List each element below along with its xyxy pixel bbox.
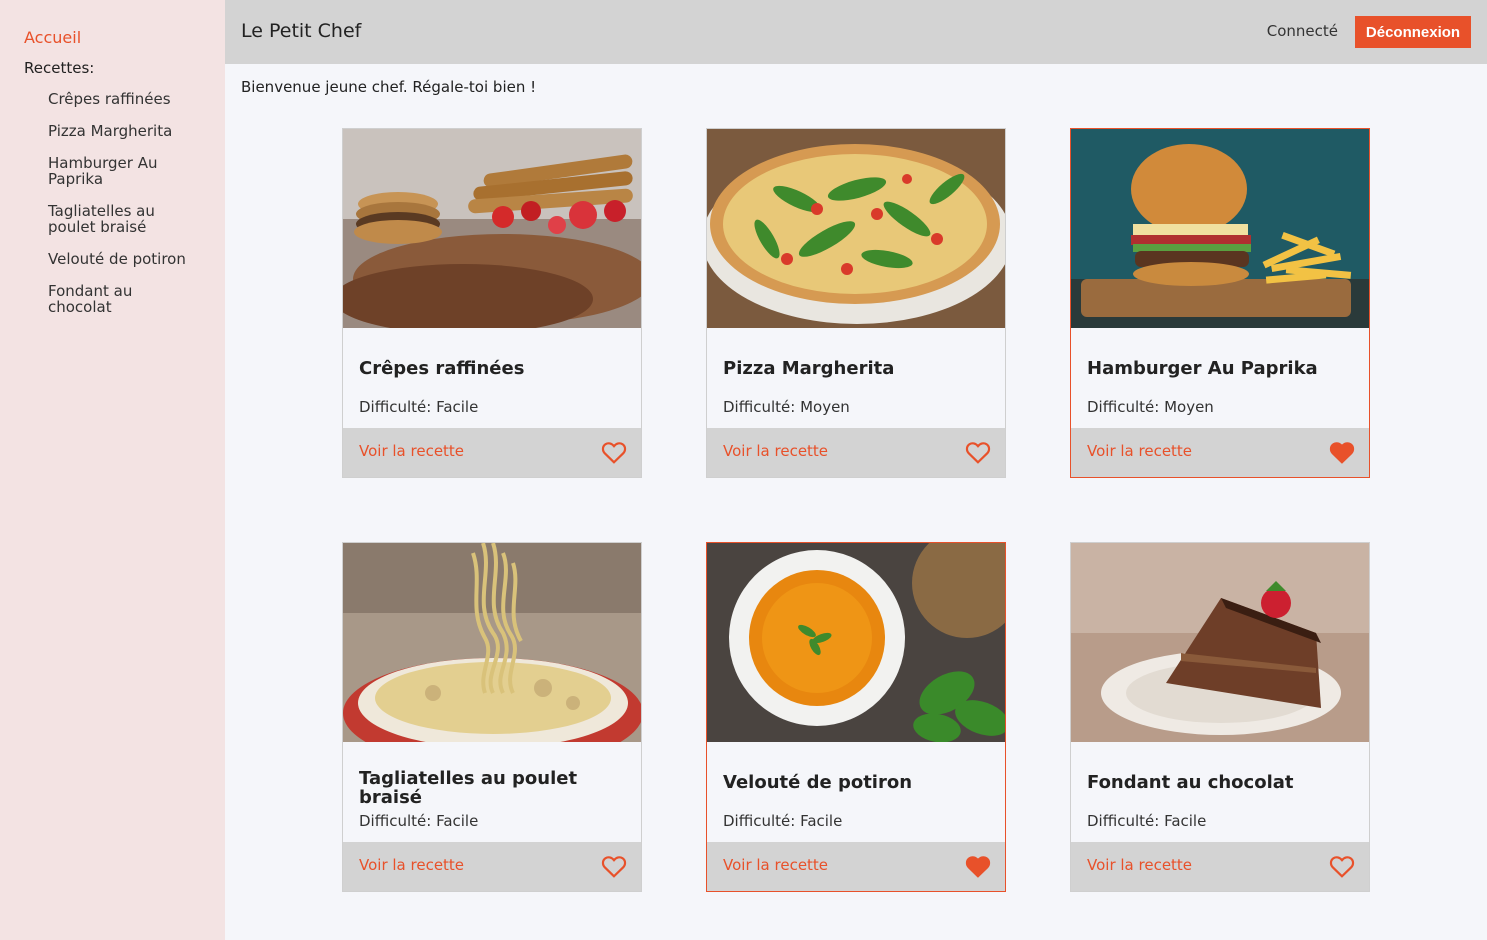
sidebar-item-home[interactable]: Accueil — [24, 28, 225, 47]
recipe-card-crepes: Crêpes raffinées Difficulté: Facile Voir… — [342, 128, 642, 478]
recipe-difficulty: Difficulté: Facile — [359, 398, 479, 416]
sidebar-item-fondant[interactable]: Fondant au chocolat — [48, 283, 188, 315]
card-footer: Voir la recette — [1071, 842, 1369, 891]
sidebar-item-tagliatelles[interactable]: Tagliatelles au poulet braisé — [48, 203, 188, 235]
recipe-title: Pizza Margherita — [723, 358, 895, 379]
recipe-difficulty: Difficulté: Facile — [359, 812, 479, 830]
recipe-difficulty: Difficulté: Moyen — [1087, 398, 1214, 416]
card-footer: Voir la recette — [707, 428, 1005, 477]
heart-outline-icon[interactable] — [601, 854, 627, 878]
recipe-difficulty: Difficulté: Moyen — [723, 398, 850, 416]
top-header: Le Petit Chef Connecté Déconnexion — [225, 0, 1487, 64]
view-recipe-link[interactable]: Voir la recette — [1087, 442, 1192, 460]
sidebar-item-hamburger[interactable]: Hamburger Au Paprika — [48, 155, 188, 187]
recipe-title: Velouté de potiron — [723, 772, 913, 793]
pizza-photo — [707, 129, 1005, 328]
heart-filled-icon[interactable] — [1329, 440, 1355, 464]
view-recipe-link[interactable]: Voir la recette — [359, 856, 464, 874]
view-recipe-link[interactable]: Voir la recette — [359, 442, 464, 460]
card-footer: Voir la recette — [1071, 428, 1369, 477]
recipe-title: Tagliatelles au poulet braisé — [359, 768, 578, 808]
sidebar-item-pizza[interactable]: Pizza Margherita — [48, 123, 188, 139]
recipe-title: Hamburger Au Paprika — [1087, 358, 1318, 379]
heart-outline-icon[interactable] — [965, 440, 991, 464]
card-footer: Voir la recette — [707, 842, 1005, 891]
heart-filled-icon[interactable] — [965, 854, 991, 878]
recipe-difficulty: Difficulté: Facile — [1087, 812, 1207, 830]
recipe-card-hamburger: Hamburger Au Paprika Difficulté: Moyen V… — [1070, 128, 1370, 478]
heart-outline-icon[interactable] — [1329, 854, 1355, 878]
view-recipe-link[interactable]: Voir la recette — [1087, 856, 1192, 874]
recipe-card-tagliatelles: Tagliatelles au poulet braisé Difficulté… — [342, 542, 642, 892]
recipe-card-pizza: Pizza Margherita Difficulté: Moyen Voir … — [706, 128, 1006, 478]
view-recipe-link[interactable]: Voir la recette — [723, 442, 828, 460]
soup-photo — [707, 543, 1005, 742]
recipe-card-fondant: Fondant au chocolat Difficulté: Facile V… — [1070, 542, 1370, 892]
tagliatelles-photo — [343, 543, 641, 742]
card-footer: Voir la recette — [343, 428, 641, 477]
recipe-difficulty: Difficulté: Facile — [723, 812, 843, 830]
recipe-title: Fondant au chocolat — [1087, 772, 1294, 793]
app-title: Le Petit Chef — [241, 20, 362, 42]
sidebar: Accueil Recettes: Crêpes raffinées Pizza… — [0, 0, 225, 940]
recipe-title: Crêpes raffinées — [359, 358, 525, 379]
crepes-photo — [343, 129, 641, 328]
sidebar-recipe-list: Crêpes raffinées Pizza Margherita Hambur… — [0, 91, 225, 315]
recipe-card-veloute: Velouté de potiron Difficulté: Facile Vo… — [706, 542, 1006, 892]
sidebar-recipes-heading: Recettes: — [24, 59, 95, 77]
connection-status: Connecté — [1266, 22, 1338, 40]
sidebar-item-crepes[interactable]: Crêpes raffinées — [48, 91, 188, 107]
sidebar-item-veloute[interactable]: Velouté de potiron — [48, 251, 188, 267]
card-footer: Voir la recette — [343, 842, 641, 891]
chocolate-cake-photo — [1071, 543, 1369, 742]
welcome-message: Bienvenue jeune chef. Régale-toi bien ! — [241, 78, 537, 96]
hamburger-photo — [1071, 129, 1369, 328]
heart-outline-icon[interactable] — [601, 440, 627, 464]
logout-button[interactable]: Déconnexion — [1355, 16, 1471, 48]
view-recipe-link[interactable]: Voir la recette — [723, 856, 828, 874]
